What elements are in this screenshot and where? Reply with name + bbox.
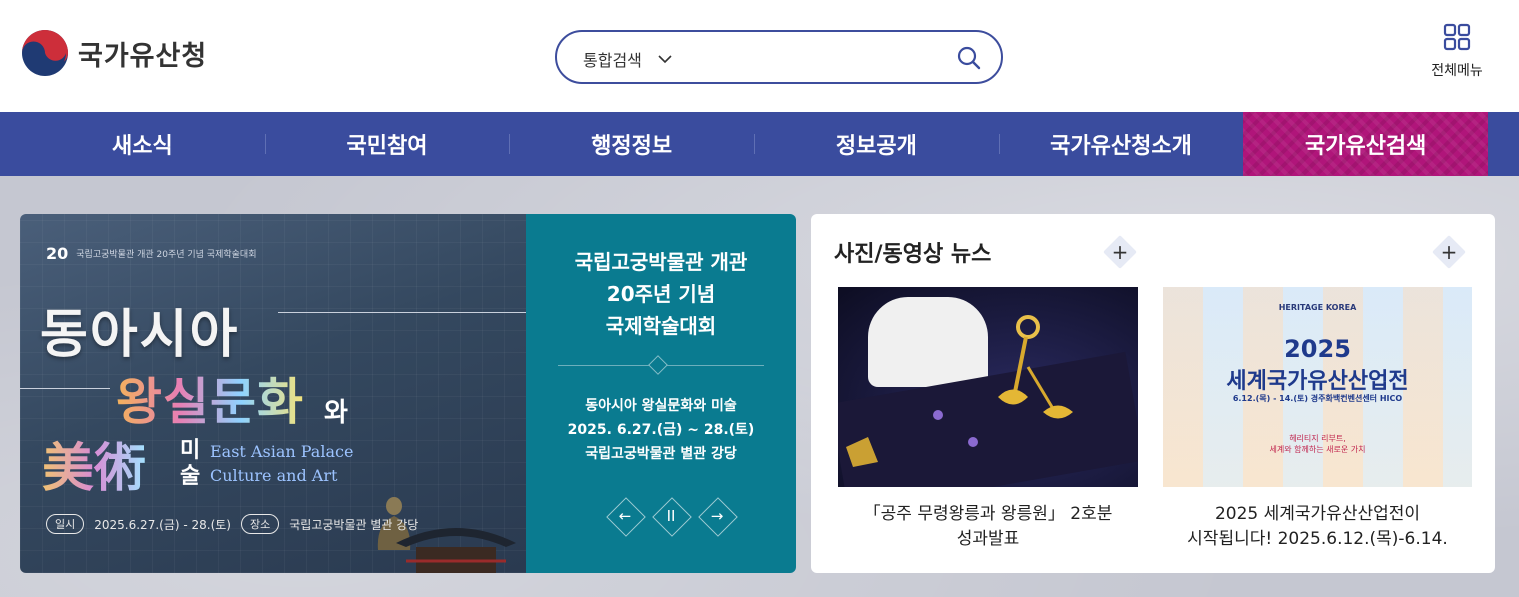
search-scope-select[interactable]: 통합검색 (583, 47, 674, 71)
nav-item-participation[interactable]: 국민참여 (264, 112, 510, 176)
photo-video-news-panel: 사진/동영상 뉴스 + + 「공주 무령왕릉과 왕릉원」 2호분 성과발표 HE… (811, 214, 1495, 573)
banner-english-title: East Asian Palace Culture and Art (210, 442, 354, 485)
header: 국가유산청 통합검색 전체메뉴 (0, 0, 1519, 112)
nav-item-news[interactable]: 새소식 (20, 112, 265, 176)
banner-image[interactable]: 20 국립고궁박물관 개관 20주년 기념 국제학술대회 동아시아 왕실문화 와… (20, 214, 526, 573)
all-menu-label: 전체메뉴 (1431, 63, 1483, 79)
nav-item-info-disclosure[interactable]: 정보공개 (754, 112, 999, 176)
banner-heading-3: 美術 (42, 426, 146, 501)
nav-item-about[interactable]: 국가유산청소개 (998, 112, 1244, 176)
all-menu-button[interactable]: 전체메뉴 (1420, 22, 1494, 80)
pause-icon: II (666, 507, 676, 525)
search-icon (957, 46, 981, 70)
banner-heading-2: 왕실문화 (116, 362, 304, 434)
news-card[interactable]: 「공주 무령왕릉과 왕릉원」 2호분 성과발표 (838, 287, 1138, 552)
banner-next-button[interactable]: → (698, 497, 736, 535)
taegeuk-logo-icon (22, 30, 68, 76)
news-card[interactable]: HERITAGE KOREA 2025 세계국가유산산업전 6.12.(목) -… (1163, 287, 1472, 552)
logo-text: 국가유산청 (78, 40, 208, 72)
banner-description: 동아시아 왕실문화와 미술 2025. 6.27.(금) ~ 28.(토) 국립… (567, 398, 755, 462)
news-thumbnail (838, 287, 1138, 487)
nav-item-heritage-search[interactable]: 국가유산검색 (1243, 112, 1489, 176)
banner-small-caption: 20 국립고궁박물관 개관 20주년 기념 국제학술대회 (46, 244, 257, 263)
banner-pause-button[interactable]: II (652, 497, 690, 535)
banner-event-info: 일시 2025.6.27.(금) - 28.(토) 장소 국립고궁박물관 별관 … (46, 514, 418, 534)
news-thumbnail: HERITAGE KOREA 2025 세계국가유산산업전 6.12.(목) -… (1163, 287, 1472, 487)
banner-prev-button[interactable]: ← (606, 497, 644, 535)
search-button[interactable] (955, 44, 983, 72)
banner-heading-wa: 와 (324, 398, 348, 428)
more-button-2[interactable]: + (1432, 235, 1466, 269)
site-logo[interactable]: 국가유산청 (20, 28, 207, 78)
search-bar: 통합검색 (555, 30, 1003, 84)
search-input[interactable] (717, 41, 937, 73)
banner-heading-misul: 미술 (180, 438, 201, 489)
palace-roof-icon (396, 528, 516, 573)
nav-item-admin-info[interactable]: 행정정보 (509, 112, 754, 176)
banner-text-panel: 국립고궁박물관 개관 20주년 기념 국제학술대회 동아시아 왕실문화와 미술 … (526, 214, 796, 573)
chevron-down-icon (658, 55, 672, 64)
search-scope-label: 통합검색 (583, 51, 642, 70)
grid-menu-icon (1443, 23, 1471, 51)
banner-controls: ← II → (606, 497, 736, 535)
main-nav: 새소식 국민참여 행정정보 정보공개 국가유산청소개 국가유산검색 (0, 112, 1519, 176)
gold-earrings-image (838, 315, 1138, 487)
banner-heading-1: 동아시아 (40, 305, 240, 365)
banner-title: 국립고궁박물관 개관 20주년 기념 국제학술대회 (574, 250, 748, 338)
arrow-left-icon: ← (618, 507, 632, 525)
news-title: 사진/동영상 뉴스 (834, 242, 992, 267)
arrow-right-icon: → (710, 507, 724, 525)
more-button[interactable]: + (1103, 235, 1137, 269)
news-caption: 2025 세계국가유산산업전이 시작됩니다! 2025.6.12.(목)-6.1… (1187, 504, 1448, 549)
anniversary-logo: 20 (46, 244, 69, 263)
news-caption: 「공주 무령왕릉과 왕릉원」 2호분 성과발표 (863, 504, 1113, 549)
plus-icon: + (1111, 240, 1129, 264)
main-banner: 20 국립고궁박물관 개관 20주년 기념 국제학술대회 동아시아 왕실문화 와… (20, 214, 796, 573)
divider-diamond-icon (648, 355, 668, 375)
plus-icon: + (1440, 240, 1458, 264)
